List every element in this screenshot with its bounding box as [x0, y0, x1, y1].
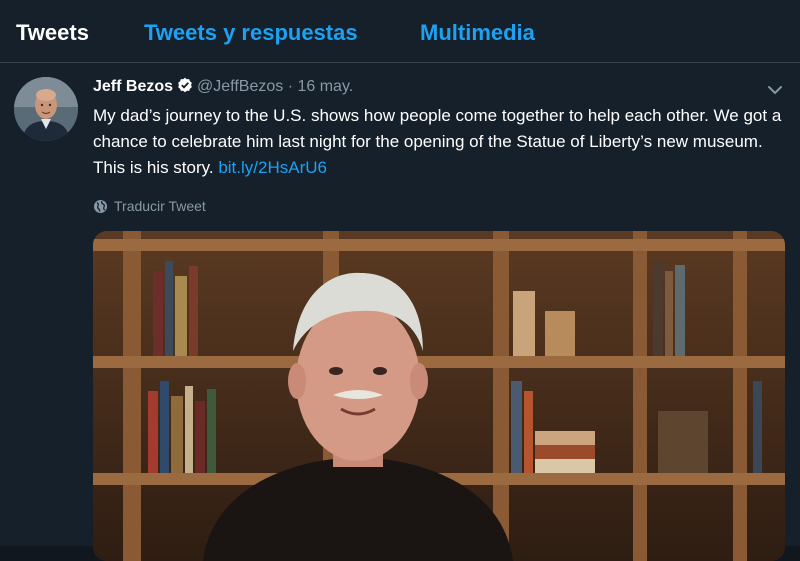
- globe-icon: [93, 199, 108, 219]
- profile-tabs: Tweets Tweets y respuestas Multimedia: [0, 0, 800, 63]
- avatar-image: [14, 77, 78, 141]
- tab-tweets-and-replies[interactable]: Tweets y respuestas: [144, 18, 358, 48]
- translate-label: Traducir Tweet: [114, 198, 206, 214]
- tweet-date[interactable]: 16 may.: [297, 78, 353, 95]
- tweet-body: My dad’s journey to the U.S. shows how p…: [93, 106, 782, 177]
- tab-media[interactable]: Multimedia: [420, 18, 535, 48]
- chevron-down-icon[interactable]: [764, 79, 786, 101]
- tweet-text: My dad’s journey to the U.S. shows how p…: [93, 103, 783, 181]
- author-name[interactable]: Jeff Bezos: [93, 78, 173, 95]
- tweet[interactable]: Jeff Bezos @JeffBezos · 16 may. My dad’s …: [0, 63, 800, 561]
- separator-dot: ·: [287, 78, 294, 95]
- verified-badge-icon: [177, 77, 193, 100]
- tweet-header: Jeff Bezos @JeffBezos · 16 may.: [93, 76, 353, 100]
- tab-tweets[interactable]: Tweets: [16, 18, 89, 48]
- tweet-video[interactable]: [93, 231, 785, 561]
- avatar[interactable]: [14, 77, 78, 141]
- translate-tweet-button[interactable]: Traducir Tweet: [93, 196, 206, 219]
- tweet-link[interactable]: bit.ly/2HsArU6: [218, 158, 327, 177]
- video-thumbnail: [93, 231, 785, 561]
- author-handle[interactable]: @JeffBezos: [197, 78, 283, 95]
